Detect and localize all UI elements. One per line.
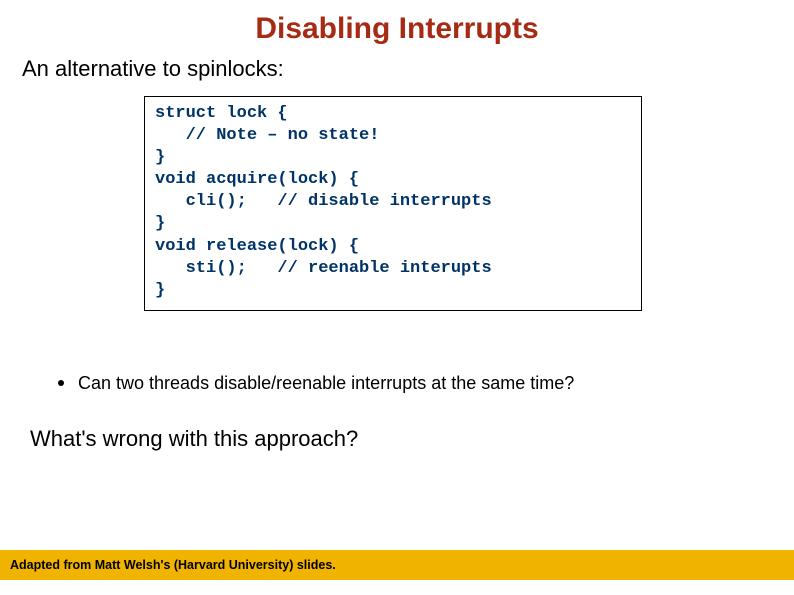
footer-bar: Adapted from Matt Welsh's (Harvard Unive… — [0, 550, 794, 580]
bullet-icon — [58, 380, 64, 386]
question-text: What's wrong with this approach? — [30, 426, 794, 452]
page-title: Disabling Interrupts — [0, 0, 794, 46]
bullet-text: Can two threads disable/reenable interru… — [78, 373, 574, 394]
footer-text: Adapted from Matt Welsh's (Harvard Unive… — [10, 558, 336, 572]
code-snippet: struct lock { // Note – no state! } void… — [155, 103, 631, 302]
slide: Disabling Interrupts An alternative to s… — [0, 0, 794, 595]
bullet-item: Can two threads disable/reenable interru… — [58, 373, 794, 394]
code-box: struct lock { // Note – no state! } void… — [144, 96, 642, 311]
subtitle: An alternative to spinlocks: — [22, 56, 794, 82]
